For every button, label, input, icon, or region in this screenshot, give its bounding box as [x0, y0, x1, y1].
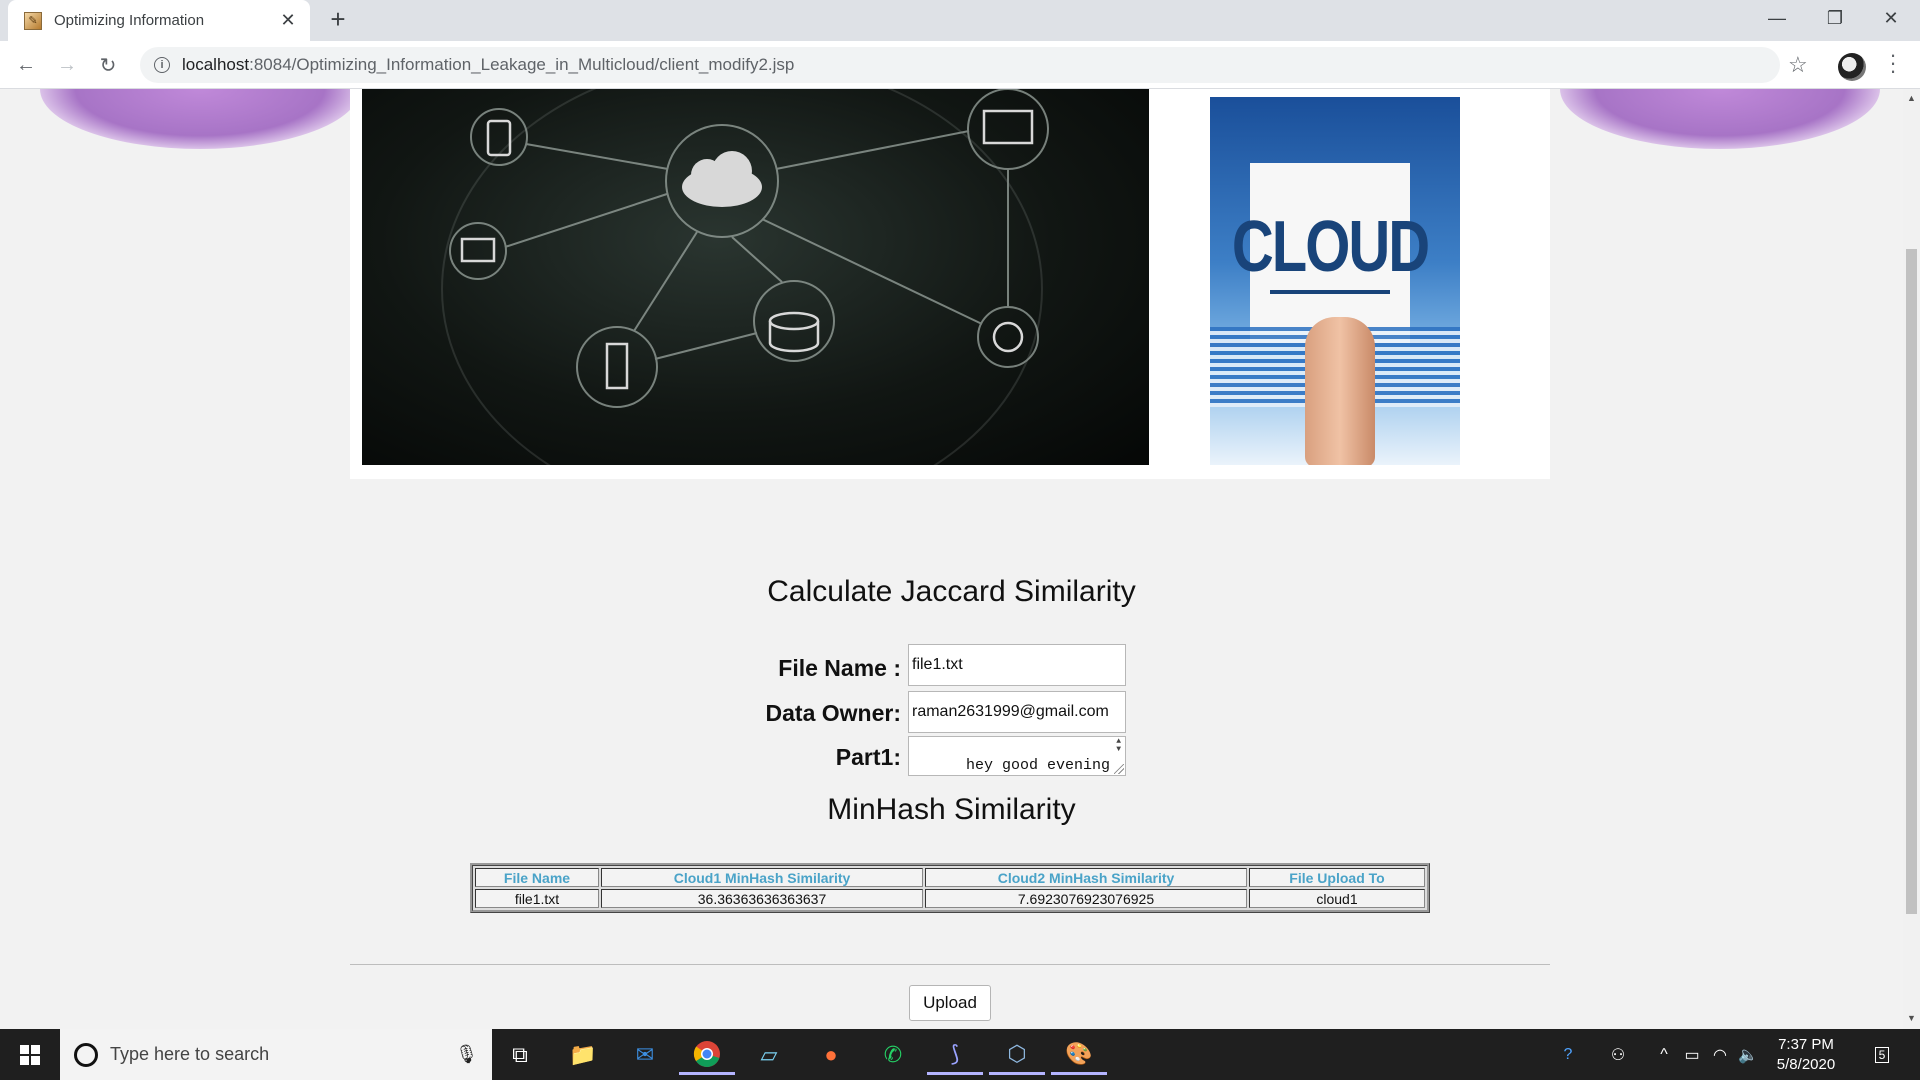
part1-row: Part1: hey good evening and here we can …: [0, 736, 1903, 776]
browser-tab-strip: ✎ Optimizing Information ✕ + — ❐ ✕: [0, 0, 1920, 41]
file-name-row: File Name : file1.txt: [0, 644, 1903, 687]
page-viewport: CLOUD Calculate Jaccard Similarity File …: [0, 89, 1903, 1029]
scrollbar-thumb[interactable]: [1906, 249, 1917, 914]
hand-holding-sign: [1305, 317, 1375, 465]
notes-app-icon[interactable]: ▱: [741, 1035, 797, 1075]
people-icon[interactable]: ⚇: [1600, 1029, 1636, 1080]
wifi-icon[interactable]: ◠: [1706, 1029, 1734, 1080]
cloud-sign-underline: [1270, 289, 1390, 294]
scroll-down-arrow-icon[interactable]: ▼: [1907, 1013, 1916, 1023]
url-host: localhost: [182, 55, 250, 74]
url-path: :8084/Optimizing_Information_Leakage_in_…: [249, 55, 795, 74]
section-divider: [350, 964, 1550, 965]
cell-file-upload-to: cloud1: [1249, 889, 1425, 908]
upload-button[interactable]: Upload: [909, 985, 991, 1021]
restore-window-button[interactable]: ❐: [1806, 0, 1864, 36]
taskbar-search-placeholder: Type here to search: [110, 1044, 270, 1064]
mail-icon[interactable]: ✉: [617, 1035, 673, 1075]
reload-icon[interactable]: ↻: [94, 51, 122, 79]
whatsapp-icon[interactable]: ✆: [865, 1035, 921, 1075]
netbeans-icon[interactable]: ⟆: [927, 1035, 983, 1075]
action-center-icon[interactable]: 5: [1862, 1029, 1902, 1080]
header-banner: CLOUD: [350, 89, 1550, 479]
jaccard-section-title: Calculate Jaccard Similarity: [767, 575, 1136, 608]
task-view-icon[interactable]: ⧉: [492, 1035, 548, 1075]
bookmark-star-icon[interactable]: ☆: [1788, 52, 1808, 78]
forward-arrow-icon[interactable]: →: [53, 51, 81, 79]
clock-date: 5/8/2020: [1776, 1056, 1836, 1073]
microphone-icon[interactable]: 🎙: [455, 1044, 478, 1065]
back-arrow-icon[interactable]: ←: [12, 51, 40, 79]
virtualbox-icon[interactable]: ⬡: [989, 1035, 1045, 1075]
show-hidden-icons-chevron-icon[interactable]: ^: [1650, 1029, 1678, 1080]
file-name-field[interactable]: file1.txt: [908, 644, 1126, 686]
column-header-file-name: File Name: [475, 868, 599, 887]
column-header-cloud1-minhash: Cloud1 MinHash Similarity: [601, 868, 923, 887]
address-bar[interactable]: i localhost:8084/Optimizing_Information_…: [140, 47, 1780, 83]
column-header-cloud2-minhash: Cloud2 MinHash Similarity: [925, 868, 1247, 887]
minhash-results-table: File Name Cloud1 MinHash Similarity Clou…: [470, 863, 1430, 913]
browser-toolbar: ← → ↻ i localhost:8084/Optimizing_Inform…: [0, 41, 1920, 89]
close-window-button[interactable]: ✕: [1862, 0, 1920, 36]
page-scrollbar[interactable]: ▲ ▼: [1903, 89, 1920, 1029]
windows-logo-icon: [20, 1044, 40, 1065]
cortana-icon: [74, 1042, 98, 1067]
volume-icon[interactable]: 🔈: [1734, 1029, 1762, 1080]
chrome-icon[interactable]: [679, 1035, 735, 1075]
notification-badge: 5: [1874, 1046, 1890, 1063]
part1-text: hey good evening and here we can add: [966, 757, 1111, 774]
close-tab-icon[interactable]: ✕: [278, 10, 298, 31]
data-owner-label: Data Owner:: [765, 700, 901, 726]
windows-taskbar: Type here to search 🎙 ⧉ 📁 ✉ ▱ ● ✆ ⟆ ⬡ 🎨 …: [0, 1029, 1920, 1080]
file-explorer-icon[interactable]: 📁: [555, 1035, 611, 1075]
browser-tab[interactable]: ✎ Optimizing Information ✕: [8, 0, 310, 41]
data-owner-row: Data Owner: raman2631999@gmail.com: [0, 691, 1903, 733]
part1-textarea[interactable]: hey good evening and here we can add ▲▼: [908, 736, 1126, 776]
scroll-up-arrow-icon[interactable]: ▲: [1907, 93, 1916, 103]
firefox-icon[interactable]: ●: [803, 1035, 859, 1075]
help-icon[interactable]: ?: [1550, 1029, 1586, 1080]
taskbar-search-box[interactable]: Type here to search 🎙: [60, 1029, 492, 1080]
url-text: localhost:8084/Optimizing_Information_Le…: [182, 55, 794, 75]
textarea-scroll-arrows-icon[interactable]: ▲ ▼: [1116, 738, 1121, 754]
cloud-sign-image: CLOUD: [1210, 97, 1460, 465]
tab-title: Optimizing Information: [54, 12, 205, 29]
chrome-logo-graphic: [693, 1040, 720, 1067]
network-cloud-image: [362, 89, 1149, 465]
table-row: file1.txt 36.36363636363637 7.6923076923…: [475, 889, 1425, 908]
decorative-swirl-right: [1560, 89, 1880, 149]
decorative-swirl-left: [40, 89, 360, 149]
file-name-label: File Name :: [778, 655, 901, 681]
battery-icon[interactable]: ▭: [1678, 1029, 1706, 1080]
data-owner-field[interactable]: raman2631999@gmail.com: [908, 691, 1126, 733]
table-header-row: File Name Cloud1 MinHash Similarity Clou…: [475, 868, 1425, 887]
clock-time: 7:37 PM: [1778, 1036, 1834, 1053]
cloud-sign-card: CLOUD: [1232, 163, 1430, 343]
network-diagram-graphic: [441, 89, 1049, 465]
cell-cloud1-minhash: 36.36363636363637: [601, 889, 923, 908]
cell-file-name: file1.txt: [475, 889, 599, 908]
minhash-section-title: MinHash Similarity: [827, 793, 1076, 826]
cloud-sign-text: CLOUD: [1231, 205, 1430, 287]
site-info-icon[interactable]: i: [154, 57, 170, 73]
part1-label: Part1:: [835, 744, 901, 770]
taskbar-clock[interactable]: 7:37 PM 5/8/2020: [1766, 1035, 1846, 1075]
column-header-file-upload-to: File Upload To: [1249, 868, 1425, 887]
new-tab-button[interactable]: +: [324, 6, 352, 34]
start-button[interactable]: [0, 1029, 60, 1080]
cell-cloud2-minhash: 7.6923076923076925: [925, 889, 1247, 908]
browser-menu-icon[interactable]: · · ·: [1886, 44, 1900, 82]
minimize-window-button[interactable]: —: [1748, 0, 1806, 36]
textarea-resize-grip-icon[interactable]: [1114, 764, 1124, 774]
paint-icon[interactable]: 🎨: [1051, 1035, 1107, 1075]
page-favicon-icon: ✎: [24, 11, 42, 30]
profile-avatar[interactable]: [1838, 53, 1866, 81]
